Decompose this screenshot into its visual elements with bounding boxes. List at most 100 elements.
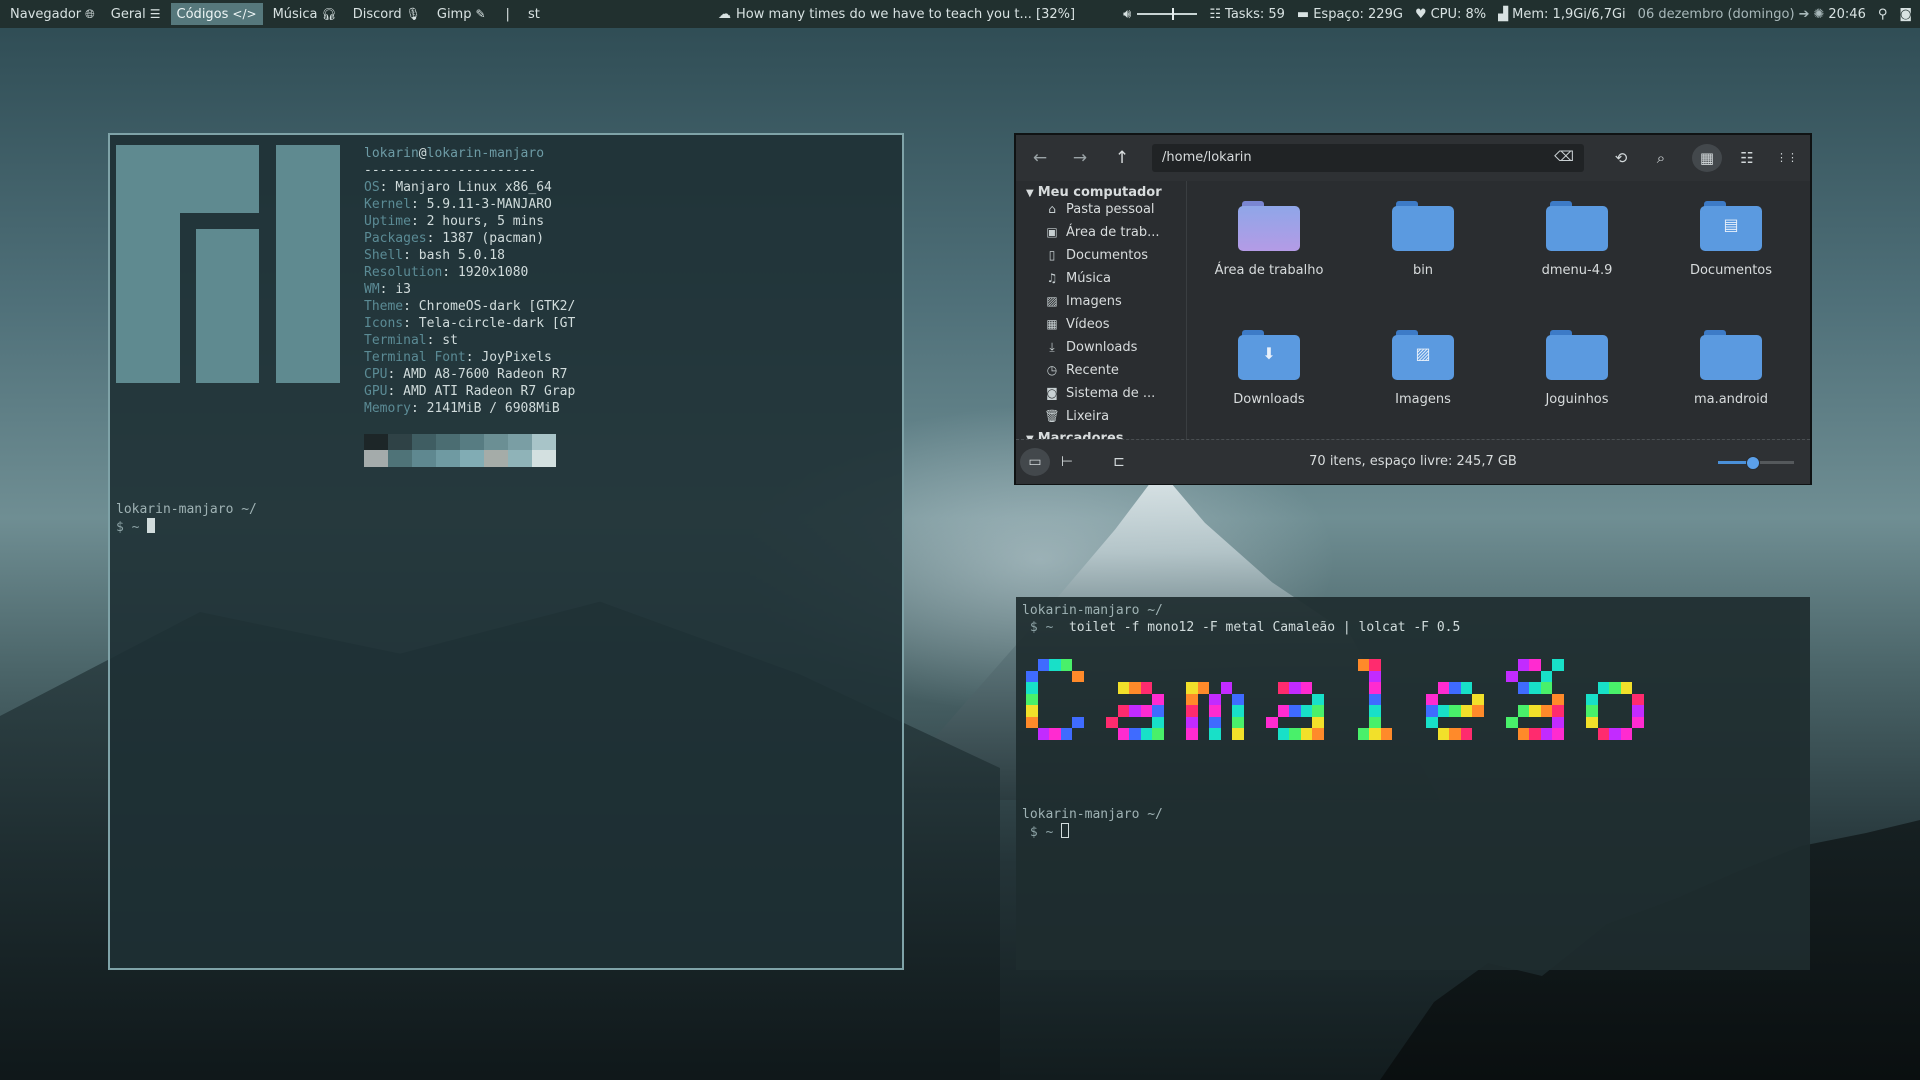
location-bar[interactable]: /home/lokarin ⌫ [1152, 144, 1584, 172]
banner-pixel [1437, 705, 1449, 717]
banner-pixel [1517, 659, 1529, 671]
folder-emblem-icon: ▤ [1723, 215, 1739, 234]
workspace-navegador[interactable]: Navegador 🌐︎ [4, 3, 101, 25]
volume-slider[interactable] [1137, 8, 1198, 20]
sidebar-item[interactable]: ▨ Imagens [1044, 290, 1121, 312]
terminal-toilet[interactable]: lokarin-manjaro ~/ $ ~ toilet -f mono12 … [1016, 597, 1810, 970]
file-item[interactable]: dmenu-4.9 [1502, 201, 1652, 278]
banner-pixel [1369, 659, 1381, 671]
sidebar-item[interactable]: ▣ Área de trab... [1044, 221, 1159, 243]
at-sign: @ [418, 146, 427, 161]
trash-icon: 🗑︎ [1044, 409, 1060, 423]
info-key: OS [364, 180, 380, 195]
file-item[interactable]: ⬇ Downloads [1194, 330, 1344, 407]
file-item[interactable]: Joguinhos [1502, 330, 1652, 407]
date-block[interactable]: 06 dezembro (domingo) ➔ ✺ 20:46 [1638, 7, 1866, 22]
banner-pixel [1220, 682, 1232, 694]
info-value: bash 5.0.18 [418, 248, 505, 263]
cpu-block: ♥ CPU: 8% [1415, 7, 1486, 22]
compact-view-button[interactable]: ⋮⋮ [1772, 144, 1802, 172]
banner-pixel [1540, 682, 1552, 694]
banner-pixel [1620, 682, 1632, 694]
banner-pixel [1186, 716, 1198, 728]
folder-emblem-icon: ⬇ [1262, 344, 1276, 363]
banner-pixel [1060, 728, 1072, 740]
file-item[interactable]: ma.android [1656, 330, 1806, 407]
clear-icon[interactable]: ⌫ [1554, 149, 1574, 165]
banner-pixel [1140, 682, 1152, 694]
banner-pixel [1140, 705, 1152, 717]
discord-tray-icon[interactable]: ◙ [1899, 7, 1912, 22]
workspace-codigos[interactable]: Códigos </> [170, 3, 263, 25]
file-name: bin [1412, 263, 1434, 278]
banner-pixel [1026, 716, 1038, 728]
sidebar-item[interactable]: ♫ Música [1044, 267, 1111, 289]
sidebar-item[interactable]: ▯ Documentos [1044, 244, 1148, 266]
sidebar-item[interactable]: 🗑︎ Lixeira [1044, 405, 1109, 427]
info-key: Kernel [364, 197, 411, 212]
file-item[interactable]: bin [1348, 201, 1498, 278]
info-value: Tela-circle-dark [GT [418, 316, 576, 331]
status-blocks: 🔊︎ ☷ Tasks: 59 ▬ Espaço: 229G ♥ CPU: 8% ▟ Me… [1123, 0, 1912, 28]
workspace-geral[interactable]: Geral ☰ [105, 3, 167, 25]
up-button[interactable]: ↑ [1108, 145, 1136, 171]
info-key: Resolution [364, 265, 443, 280]
banner-pixel [1380, 728, 1392, 740]
banner-pixel [1209, 728, 1221, 740]
location-icon[interactable]: ⚲ [1878, 7, 1888, 22]
workspace-discord[interactable]: Discord 🎙︎ [347, 3, 427, 25]
zoom-slider[interactable] [1718, 456, 1794, 470]
back-button[interactable]: ← [1026, 145, 1054, 171]
sidebar-section-bookmarks[interactable]: ▼Marcadores [1026, 431, 1124, 439]
fm-toolbar: ← → ↑ /home/lokarin ⌫ ⟲ ⌕ ▦ ☷ ⋮⋮ [1016, 135, 1810, 181]
volume-knob[interactable] [1172, 8, 1175, 20]
palette-swatch [460, 434, 484, 450]
info-line: Terminal: st [364, 332, 575, 349]
banner-pixel [1369, 693, 1381, 705]
palette-swatch [484, 450, 508, 467]
icon-view-button[interactable]: ▦ [1692, 144, 1722, 172]
info-key: Icons [364, 316, 404, 331]
volume-block[interactable]: 🔊︎ [1123, 7, 1198, 22]
sidebar-item[interactable]: ⌂ Pasta pessoal [1044, 198, 1154, 220]
search-button[interactable]: ⌕ [1646, 144, 1676, 172]
file-grid: Área de trabalho bin dmenu-4.9 ▤ Documentos ⬇… [1188, 181, 1810, 439]
text-cursor [147, 518, 156, 533]
workspace-musica[interactable]: Música 🎧︎ [267, 3, 343, 25]
info-line: CPU: AMD A8-7600 Radeon R7 [364, 366, 575, 383]
sidebar-item[interactable]: ▦ Vídeos [1044, 313, 1109, 335]
sidebar-item-label: Lixeira [1066, 408, 1110, 424]
banner-pixel [1552, 716, 1564, 728]
prompt-symbol: $ ~ [116, 520, 140, 535]
info-colon: : [387, 384, 404, 399]
file-item[interactable]: ▤ Documentos [1656, 201, 1806, 278]
banner-pixel [1232, 728, 1244, 740]
banner-pixel [1026, 705, 1038, 717]
sidebar-item[interactable]: ◙ Sistema de ... [1044, 382, 1155, 404]
forward-button[interactable]: → [1066, 145, 1094, 171]
info-line: Resolution: 1920x1080 [364, 264, 575, 281]
workspace-gimp[interactable]: Gimp ✎ [431, 3, 492, 25]
reload-button[interactable]: ⟲ [1606, 144, 1636, 172]
sidebar-item-label: Documentos [1066, 247, 1149, 263]
palette-swatch [364, 434, 388, 450]
banner-pixel [1026, 670, 1038, 682]
info-value: i3 [395, 282, 411, 297]
list-view-button[interactable]: ☷ [1732, 144, 1762, 172]
banner-pixel [1437, 682, 1449, 694]
palette-swatch [484, 434, 508, 450]
cpu-text: CPU: 8% [1430, 6, 1487, 22]
sidebar-item[interactable]: ◷ Recente [1044, 359, 1119, 381]
terminal-neofetch[interactable]: lokarin@lokarin-manjaro ----------------… [108, 133, 904, 970]
workspace-label: Música [272, 6, 318, 22]
file-item[interactable]: ▨ Imagens [1348, 330, 1498, 407]
file-item[interactable]: Área de trabalho [1194, 201, 1344, 278]
focused-window-title[interactable]: ☁ How many times do we have to teach you… [718, 0, 1075, 28]
info-colon: : [403, 248, 419, 263]
banner-pixel [1437, 728, 1449, 740]
banner-pixel [1312, 728, 1324, 740]
info-key: Packages [364, 231, 427, 246]
sidebar-item[interactable]: ⤓ Downloads [1044, 336, 1137, 358]
shell-prompt: $ ~ [1022, 823, 1070, 841]
banner-pixel [1152, 705, 1164, 717]
